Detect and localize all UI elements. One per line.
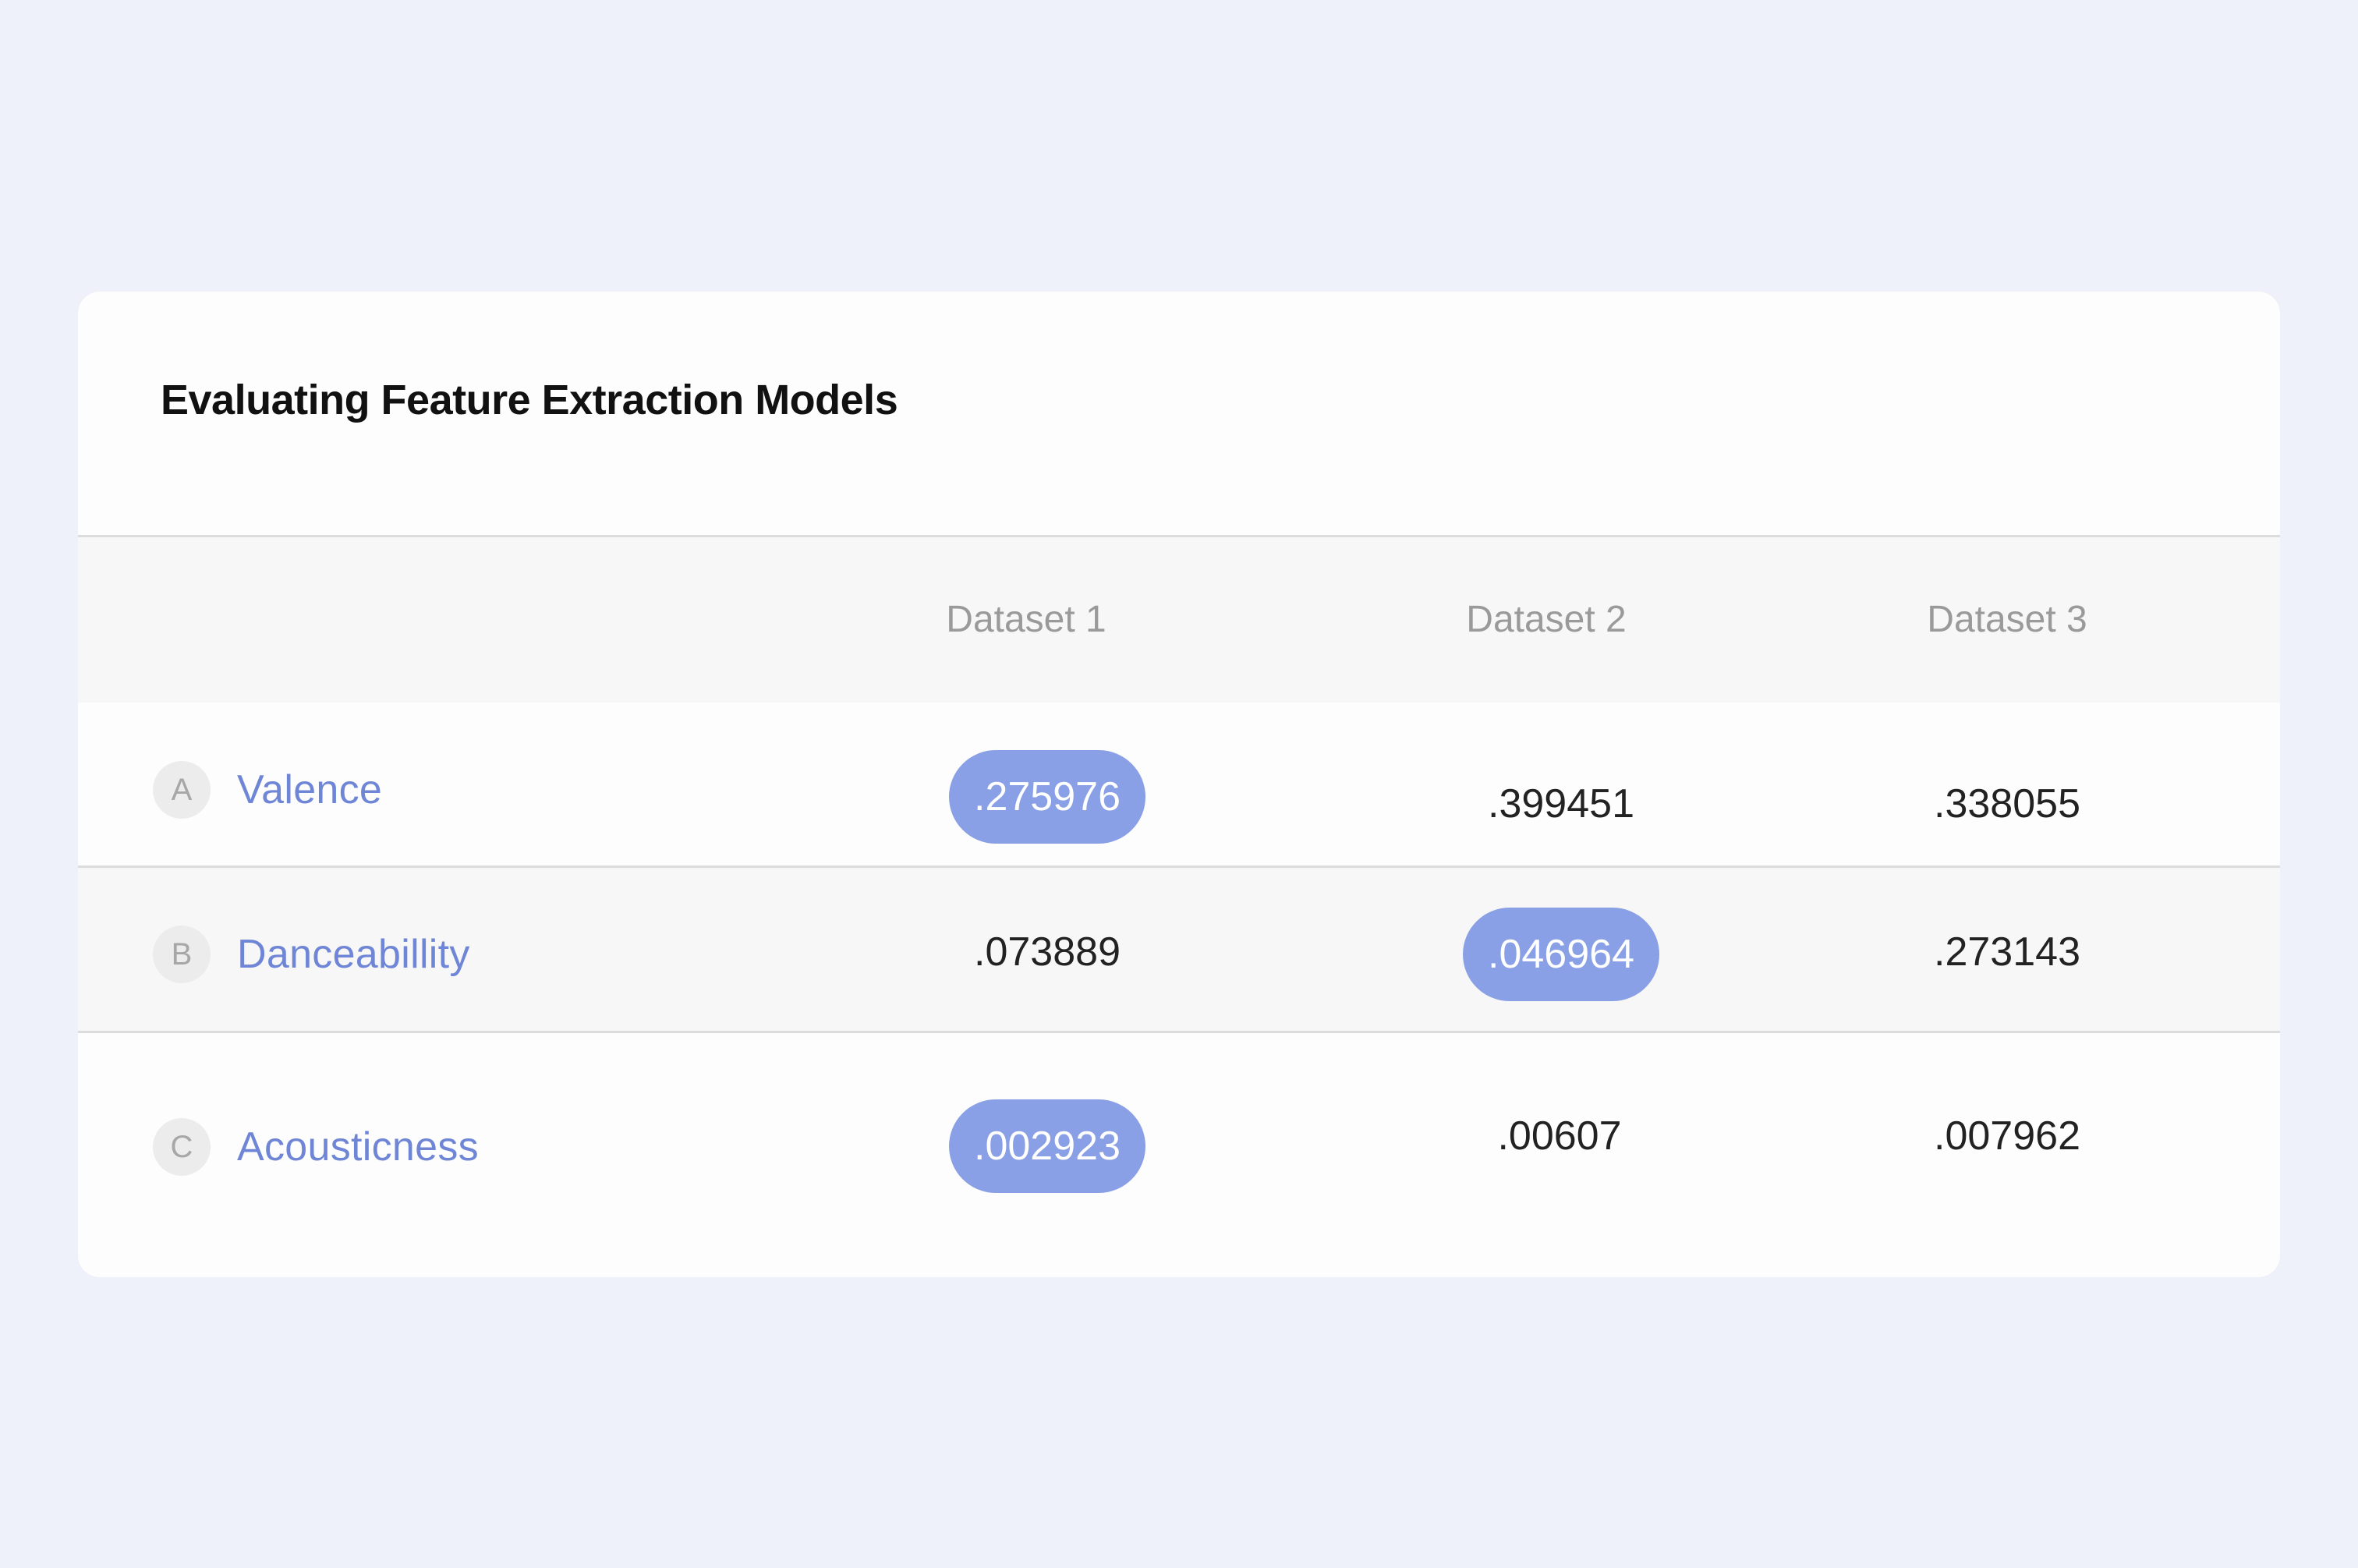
value-cell: .338055 [1934, 781, 2080, 826]
card-title: Evaluating Feature Extraction Models [161, 377, 898, 423]
row-letter-badge: C [153, 1118, 211, 1176]
results-card: Evaluating Feature Extraction Models Dat… [78, 292, 2280, 1277]
value-cell: .399451 [1488, 781, 1634, 826]
highlighted-value-cell: .002923 [949, 1099, 1145, 1193]
table-row-acousticness: C Acousticness .002923 .00607 .007962 [78, 1033, 2280, 1277]
value-cell: .073889 [974, 929, 1121, 975]
column-header-dataset-1: Dataset 1 [946, 599, 1106, 640]
column-header-dataset-3: Dataset 3 [1927, 599, 2087, 640]
table-header: Dataset 1 Dataset 2 Dataset 3 [78, 535, 2280, 705]
row-label: Valence [237, 767, 383, 812]
highlighted-value-cell: .046964 [1463, 908, 1659, 1001]
row-label: Acousticness [237, 1124, 479, 1170]
value-cell: .00607 [1497, 1113, 1622, 1159]
value-cell: .007962 [1934, 1113, 2080, 1159]
value-cell: .273143 [1934, 929, 2080, 975]
row-letter-badge: B [153, 926, 211, 983]
table-row-valence: A Valence .275976 .399451 .338055 [78, 703, 2280, 868]
highlighted-value-cell: .275976 [949, 750, 1145, 844]
row-letter-badge: A [153, 761, 211, 819]
table-row-danceability: B Danceabillity .073889 .046964 .273143 [78, 868, 2280, 1033]
row-label: Danceabillity [237, 932, 470, 977]
column-header-dataset-2: Dataset 2 [1466, 599, 1627, 640]
